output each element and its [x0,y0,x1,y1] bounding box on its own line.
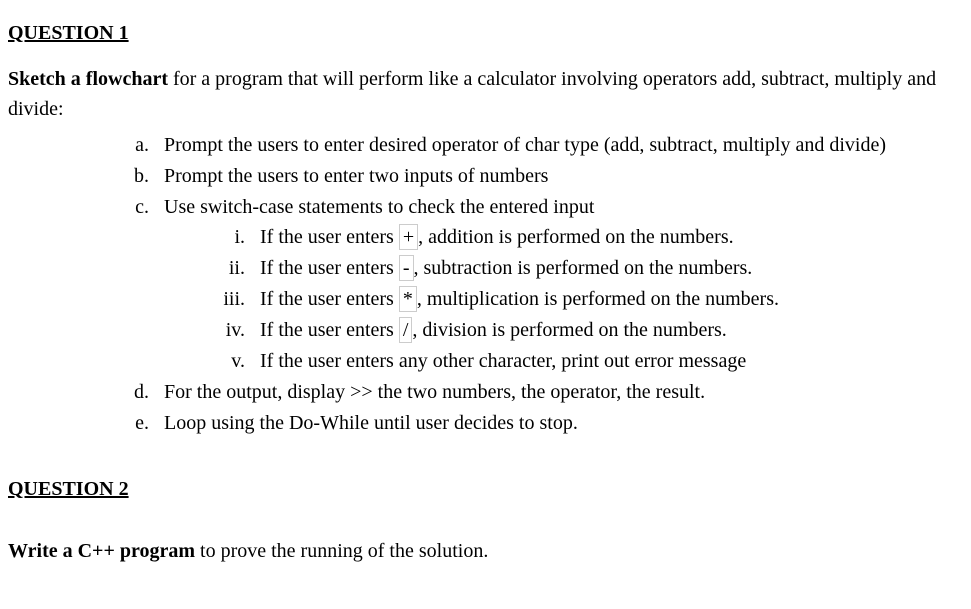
q1-roman-ii-pre: If the user enters [260,257,399,279]
q1-roman-ii: If the user enters -, subtraction is per… [250,253,963,283]
q1-item-a: Prompt the users to enter desired operat… [154,130,963,160]
q2-body-bold: Write a C++ program [8,540,195,562]
plus-operator-box: + [399,224,418,250]
q1-item-e: Loop using the Do-While until user decid… [154,408,963,438]
q1-item-c-text: Use switch-case statements to check the … [164,196,594,218]
q2-body-rest: to prove the running of the solution. [195,540,488,562]
q1-intro-bold: Sketch a flowchart [8,68,168,90]
q1-roman-i-pre: If the user enters [260,226,399,248]
question-2-heading: QUESTION 2 [8,474,963,504]
q1-item-c: Use switch-case statements to check the … [154,192,963,376]
multiply-operator-box: * [399,286,417,312]
q1-roman-list: If the user enters +, addition is perfor… [164,222,963,376]
q1-roman-iv-post: , division is performed on the numbers. [412,319,726,341]
q1-roman-ii-post: , subtraction is performed on the number… [414,257,753,279]
minus-operator-box: - [399,255,414,281]
q1-roman-iv-pre: If the user enters [260,319,399,341]
q1-roman-i-post: , addition is performed on the numbers. [418,226,734,248]
q1-roman-iii: If the user enters *, multiplication is … [250,284,963,314]
q1-item-b: Prompt the users to enter two inputs of … [154,161,963,191]
q1-item-d: For the output, display >> the two numbe… [154,377,963,407]
q1-roman-v: If the user enters any other character, … [250,346,963,376]
q1-roman-i: If the user enters +, addition is perfor… [250,222,963,252]
question-1-heading: QUESTION 1 [8,18,963,48]
q1-roman-iii-post: , multiplication is performed on the num… [417,288,779,310]
q1-roman-iv: If the user enters /, division is perfor… [250,315,963,345]
divide-operator-box: / [399,317,413,343]
q1-roman-iii-pre: If the user enters [260,288,399,310]
q1-list: Prompt the users to enter desired operat… [8,130,963,438]
q2-body: Write a C++ program to prove the running… [8,536,963,566]
q1-intro: Sketch a flowchart for a program that wi… [8,64,963,124]
